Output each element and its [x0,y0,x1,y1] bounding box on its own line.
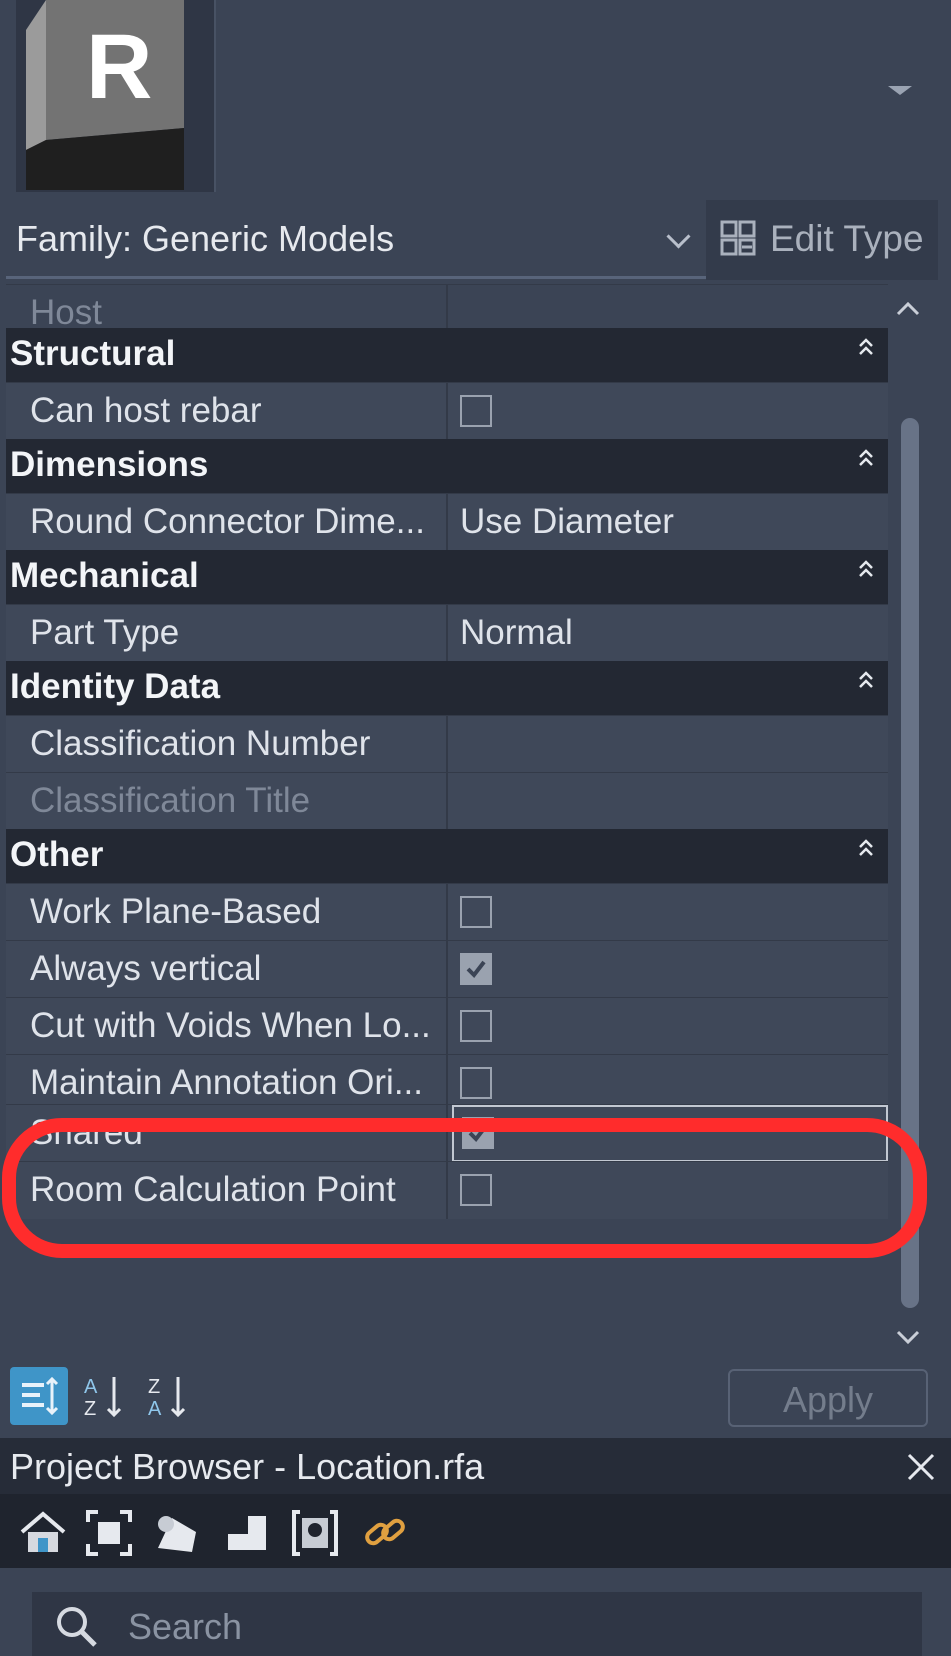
svg-text:A: A [148,1398,162,1420]
work-plane-based-checkbox[interactable] [460,896,492,928]
property-row-classification-title[interactable]: Classification Title [6,772,888,830]
checkmark-icon [466,960,486,979]
sort-za-icon: Z A [148,1376,186,1420]
collapse-icon[interactable] [858,560,874,582]
always-vertical-checkbox[interactable] [460,953,492,985]
group-title: Dimensions [10,445,209,484]
svg-text:Z: Z [148,1376,160,1398]
sort-az-icon: A Z [84,1376,122,1420]
logo-letter: R [86,16,152,118]
property-name: Round Connector Dime... [30,502,425,541]
search-placeholder: Search [128,1606,243,1647]
home-icon[interactable] [18,1508,68,1558]
categorized-view-button[interactable] [10,1367,68,1425]
property-row-part-type[interactable]: Part Type Normal [6,604,888,662]
sort-ascending-button[interactable]: A Z [76,1367,134,1425]
property-name: Can host rebar [30,391,262,430]
sort-descending-button[interactable]: Z A [140,1367,198,1425]
categorized-icon [22,1376,59,1416]
search-input[interactable]: Search [32,1592,922,1656]
property-name: Maintain Annotation Ori... [30,1063,423,1102]
family-selector[interactable]: Family: Generic Models [6,206,706,279]
group-title: Mechanical [10,556,199,595]
group-title: Structural [10,334,176,373]
property-row-work-plane-based[interactable]: Work Plane-Based [6,883,888,941]
link-icon[interactable] [360,1508,410,1558]
property-name: Cut with Voids When Lo... [30,1006,431,1045]
collapse-icon[interactable] [858,671,874,693]
maintain-annotation-checkbox[interactable] [460,1067,492,1099]
property-row-always-vertical[interactable]: Always vertical [6,940,888,998]
project-browser-title: Project Browser - Location.rfa [10,1446,485,1487]
revit-logo-icon: R [26,0,184,190]
group-header-other[interactable]: Other [6,829,888,883]
edit-type-label: Edit Type [770,218,924,259]
collapse-icon[interactable] [858,338,874,360]
group-title: Identity Data [10,667,221,706]
property-row-cut-with-voids[interactable]: Cut with Voids When Lo... [6,997,888,1055]
family-icon[interactable] [290,1508,340,1558]
group-header-identity-data[interactable]: Identity Data [6,661,888,715]
apply-label: Apply [782,1379,874,1420]
property-name: Host [30,293,102,332]
property-name: Classification Number [30,724,371,763]
project-browser-toolbar [0,1494,951,1568]
svg-text:A: A [84,1376,98,1398]
property-name: Part Type [30,613,180,652]
sheet-icon[interactable] [222,1508,272,1558]
apply-button[interactable]: Apply [728,1369,928,1427]
property-name: Always vertical [30,949,262,988]
property-row-host[interactable]: Host [6,284,888,332]
scroll-up-icon[interactable] [892,294,924,326]
collapse-icon[interactable] [858,839,874,861]
property-row-round-connector-dimension[interactable]: Round Connector Dime... Use Diameter [6,493,888,551]
edit-type-icon [720,220,756,256]
group-header-structural[interactable]: Structural [6,328,888,382]
property-row-classification-number[interactable]: Classification Number [6,715,888,773]
highlight-annotation [2,1118,927,1258]
property-name: Work Plane-Based [30,892,322,931]
group-title: Other [10,835,104,874]
property-value[interactable]: Use Diameter [460,502,674,542]
property-value[interactable]: Normal [460,613,573,653]
can-host-rebar-checkbox[interactable] [460,395,492,427]
type-selector-dropdown-icon[interactable] [888,86,912,95]
svg-text:Z: Z [84,1398,96,1420]
collapse-icon[interactable] [858,449,874,471]
close-icon[interactable] [906,1452,936,1482]
sheet-roll-icon[interactable] [152,1508,202,1558]
search-icon [57,1607,97,1647]
group-header-dimensions[interactable]: Dimensions [6,439,888,493]
view-cube-icon[interactable] [84,1508,134,1558]
chevron-down-icon[interactable] [666,224,691,249]
cut-with-voids-checkbox[interactable] [460,1010,492,1042]
family-label: Family: Generic Models [16,218,395,259]
project-browser-header: Project Browser - Location.rfa [0,1438,951,1494]
property-row-can-host-rebar[interactable]: Can host rebar [6,382,888,440]
group-header-mechanical[interactable]: Mechanical [6,550,888,604]
property-name: Classification Title [30,781,311,820]
scroll-down-icon[interactable] [892,1320,924,1352]
edit-type-button[interactable]: Edit Type [706,200,938,280]
